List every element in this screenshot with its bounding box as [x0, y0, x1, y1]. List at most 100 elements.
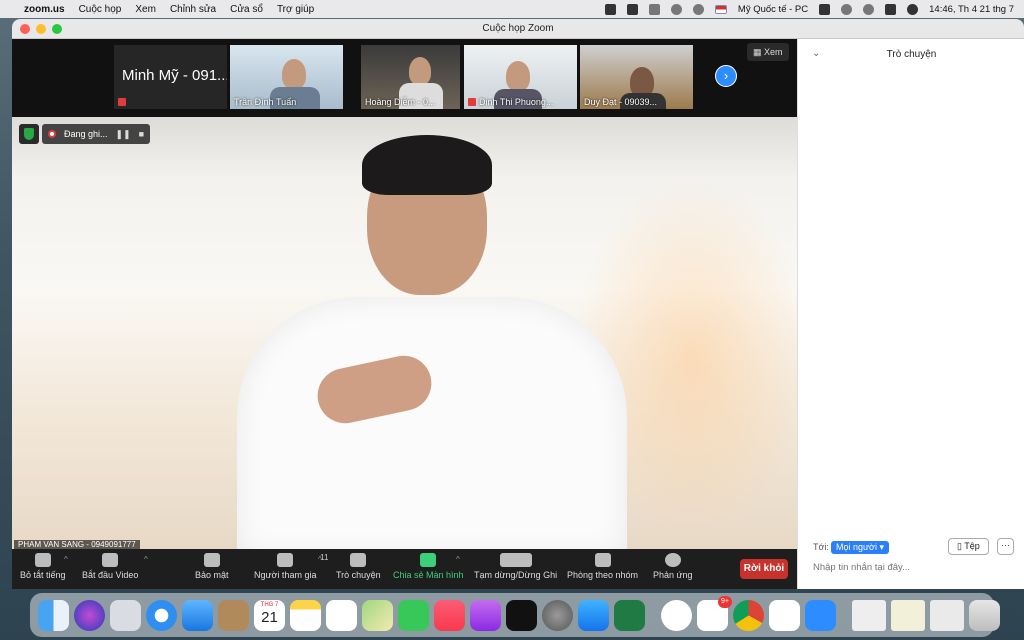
launchpad-icon[interactable]	[110, 599, 141, 631]
audio-options-chevron-icon[interactable]: ^	[64, 555, 68, 564]
control-center-icon[interactable]	[885, 3, 897, 15]
teamviewer-icon[interactable]	[661, 599, 692, 631]
microphone-muted-icon	[34, 553, 51, 567]
menu-view[interactable]: Xem	[135, 4, 156, 15]
window-title: Cuộc họp Zoom	[482, 23, 554, 34]
menu-window[interactable]: Cửa sổ	[230, 4, 263, 15]
minimize-window-button[interactable]	[36, 24, 46, 34]
zoom-status-icon[interactable]	[604, 3, 616, 15]
reminders-icon[interactable]	[326, 599, 357, 631]
title-bar: Cuộc họp Zoom	[12, 19, 1024, 39]
file-button[interactable]: ▯ Tệp	[948, 538, 989, 555]
grid-icon: ▦	[753, 47, 765, 57]
contacts-icon[interactable]	[218, 599, 249, 631]
participant-tile-1[interactable]: Minh Mỹ - 091...	[114, 45, 227, 109]
muted-icon	[118, 97, 129, 107]
security-button[interactable]: Bảo mật	[195, 553, 229, 580]
participants-options-chevron-icon[interactable]: ^	[318, 555, 322, 564]
participant-tile-4[interactable]: Dinh Thi Phuong...	[464, 45, 577, 109]
participant-name: Hoàng Diễm - 0...	[365, 97, 436, 107]
app-store-icon[interactable]	[578, 599, 609, 631]
calendar-month: THG 7	[260, 601, 279, 608]
menu-meeting[interactable]: Cuộc họp	[79, 4, 122, 15]
battery-icon[interactable]	[819, 3, 831, 15]
participant-tile-3[interactable]: Hoàng Diễm - 0...	[361, 45, 460, 109]
flag-icon	[714, 4, 727, 14]
menu-app-name[interactable]: zoom.us	[24, 4, 65, 15]
trash-icon[interactable]	[969, 599, 1000, 631]
pause-stop-icon	[499, 553, 532, 567]
clock[interactable]: 14:46, Th 4 21 thg 7	[929, 4, 1014, 15]
start-video-label: Bắt đầu Video	[82, 570, 139, 580]
excel-icon[interactable]	[614, 599, 645, 631]
more-options-button[interactable]: ···	[997, 538, 1014, 555]
share-screen-button[interactable]: Chia sẻ Màn hình	[393, 553, 464, 580]
search-icon[interactable]	[863, 3, 875, 15]
wifi-icon[interactable]	[841, 3, 853, 15]
start-video-button[interactable]: Bắt đầu Video	[82, 553, 138, 580]
share-options-chevron-icon[interactable]: ^	[456, 555, 460, 564]
leave-button[interactable]: Rời khỏi	[740, 559, 788, 579]
eye-status-icon[interactable]	[670, 3, 682, 15]
teamviewer-status-icon[interactable]	[648, 3, 660, 15]
breakout-grid-icon	[594, 553, 611, 567]
participants-icon	[277, 553, 294, 567]
mail-icon[interactable]	[182, 599, 213, 631]
notes-icon[interactable]	[290, 599, 321, 631]
next-page-button[interactable]: ›	[715, 65, 737, 87]
zoom-icon[interactable]	[805, 599, 836, 631]
v-status-icon[interactable]	[626, 3, 638, 15]
reactions-label: Phản ứng	[653, 570, 693, 580]
pause-stop-recording-button[interactable]: Tạm dừng/Dừng Ghi	[474, 553, 557, 580]
recipient-select[interactable]: Mọi người ▾	[831, 541, 889, 554]
reactions-button[interactable]: Phản ứng	[653, 553, 693, 580]
video-options-chevron-icon[interactable]: ^	[144, 555, 148, 564]
podcasts-icon[interactable]	[470, 599, 501, 631]
breakout-rooms-button[interactable]: Phòng theo nhóm	[567, 553, 638, 580]
participant-tile-2[interactable]: Trần Đình Tuấn	[230, 45, 343, 109]
finder-icon[interactable]	[38, 599, 69, 631]
apple-tv-icon[interactable]	[506, 599, 537, 631]
music-icon[interactable]	[434, 599, 465, 631]
chrome-icon[interactable]	[733, 599, 764, 631]
close-window-button[interactable]	[20, 24, 30, 34]
minimized-window-1-icon[interactable]	[852, 599, 886, 631]
smiley-icon	[664, 553, 681, 567]
participant-strip: Minh Mỹ - 091... Trần Đình Tuấn Hoàng Di…	[12, 39, 797, 117]
zalo-icon[interactable]: 9+	[697, 595, 732, 631]
chat-panel: ⌄ Trò chuyện Tới: Mọi người ▾ ▯ Tệp ···	[797, 39, 1024, 589]
play-status-icon[interactable]	[692, 3, 704, 15]
fullscreen-window-button[interactable]	[52, 24, 62, 34]
unmute-button[interactable]: Bỏ tắt tiếng	[20, 553, 66, 580]
siri-icon[interactable]	[74, 599, 105, 631]
chat-bubble-icon	[350, 553, 367, 567]
maps-icon[interactable]	[362, 599, 393, 631]
powerpoint-icon[interactable]	[769, 599, 800, 631]
to-label: Tới:	[813, 542, 829, 552]
minimized-window-3-icon[interactable]	[930, 599, 964, 631]
input-source-label[interactable]: Mỹ Quốc tế - PC	[738, 4, 808, 15]
pause-recording-icon[interactable]: ❚❚	[116, 129, 131, 140]
stop-recording-icon[interactable]: ■	[139, 129, 144, 139]
view-button[interactable]: ▦ Xem	[747, 43, 789, 61]
chat-message-input[interactable]	[813, 562, 1013, 573]
participant-name: Minh Mỹ - 091...	[122, 67, 227, 84]
minimized-window-2-icon[interactable]	[891, 599, 925, 631]
system-preferences-icon[interactable]	[542, 599, 573, 631]
safari-icon[interactable]	[146, 599, 177, 631]
record-label: Tạm dừng/Dừng Ghi	[474, 570, 558, 580]
dock: THG 7 21 9+	[30, 593, 1000, 637]
shield-icon	[203, 553, 220, 567]
menu-help[interactable]: Trợ giúp	[277, 4, 314, 15]
messages-icon[interactable]	[398, 599, 429, 631]
siri-icon[interactable]	[907, 3, 919, 15]
breakout-label: Phòng theo nhóm	[567, 570, 639, 580]
calendar-icon[interactable]: THG 7 21	[254, 599, 285, 631]
speaker-figure	[237, 297, 627, 549]
security-shield-icon[interactable]	[19, 124, 39, 144]
participants-button[interactable]: 11 Người tham gia	[254, 553, 328, 580]
participant-tile-5[interactable]: Duy Đạt - 09039...	[580, 45, 693, 109]
menu-edit[interactable]: Chỉnh sửa	[170, 4, 216, 15]
camera-off-icon	[102, 553, 119, 567]
chat-button[interactable]: Trò chuyện	[336, 553, 381, 580]
